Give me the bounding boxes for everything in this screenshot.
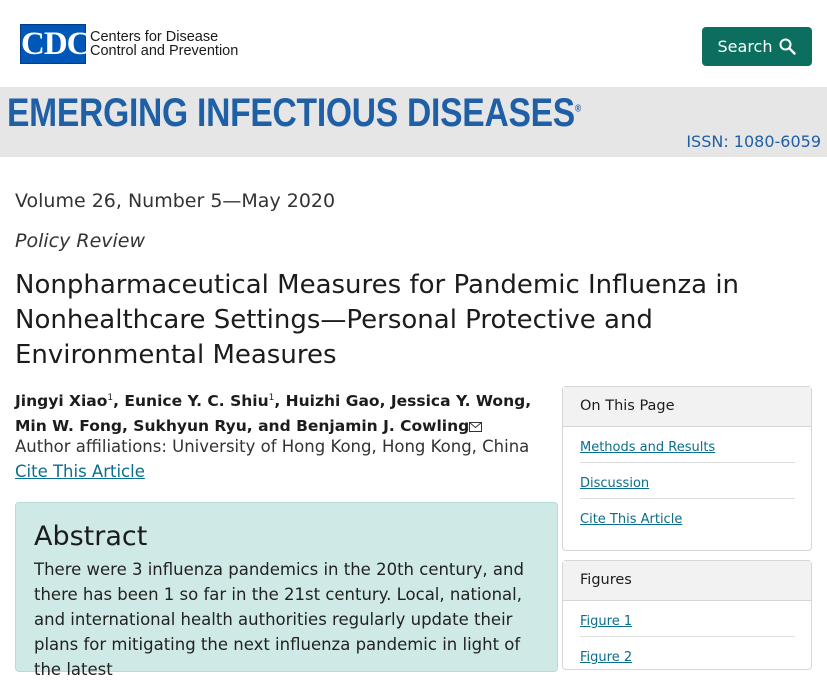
- author-affiliations: Author affiliations: University of Hong …: [15, 437, 530, 456]
- search-button[interactable]: Search: [702, 27, 812, 66]
- on-this-page-item: Cite This Article: [580, 499, 795, 534]
- figure-item: Figure 1: [580, 601, 795, 637]
- abstract-text: There were 3 influenza pandemics in the …: [34, 560, 524, 679]
- article-section: Policy Review: [15, 230, 146, 252]
- author-name: Jingyi Xiao: [15, 392, 108, 411]
- article-title: Nonpharmaceutical Measures for Pandemic …: [15, 270, 740, 370]
- on-this-page-list: Methods and Results Discussion Cite This…: [563, 427, 811, 534]
- on-this-page-title: On This Page: [563, 387, 811, 427]
- on-this-page-item: Discussion: [580, 463, 795, 499]
- cdc-logo[interactable]: CDC Centers for Disease Control and Prev…: [20, 24, 238, 64]
- mail-icon[interactable]: [469, 422, 483, 433]
- author-name: , Eunice Y. C. Shiu: [113, 392, 269, 411]
- on-this-page-panel: On This Page Methods and Results Discuss…: [562, 386, 812, 551]
- discussion-link[interactable]: Discussion: [580, 476, 649, 491]
- search-icon: [779, 38, 797, 55]
- org-name-line2: Control and Prevention: [90, 43, 239, 59]
- abstract-box: Abstract There were 3 influenza pandemic…: [15, 502, 558, 679]
- figures-title: Figures: [563, 561, 811, 601]
- figure-2-link[interactable]: Figure 2: [580, 650, 632, 665]
- registered-mark: ®: [574, 103, 581, 115]
- on-this-page-item: Methods and Results: [580, 427, 795, 463]
- methods-and-results-link[interactable]: Methods and Results: [580, 440, 715, 455]
- figure-item: Figure 2: [580, 637, 795, 672]
- sidebar-cite-this-article-link[interactable]: Cite This Article: [580, 512, 682, 527]
- journal-title[interactable]: EMERGING INFECTIOUS DISEASES®: [7, 91, 581, 136]
- org-name-line1: Centers for Disease: [90, 29, 219, 45]
- journal-banner: EMERGING INFECTIOUS DISEASES® ISSN: 1080…: [0, 87, 827, 157]
- author-list: Jingyi Xiao1, Eunice Y. C. Shiu1, Huizhi…: [15, 386, 545, 439]
- cite-this-article-link[interactable]: Cite This Article: [15, 462, 145, 481]
- search-button-label: Search: [717, 37, 773, 56]
- volume-info: Volume 26, Number 5—May 2020: [15, 190, 336, 212]
- cdc-logo-mark: CDC: [20, 24, 91, 64]
- cdc-org-name: Centers for Disease Control and Preventi…: [90, 29, 239, 59]
- abstract-heading: Abstract: [34, 521, 148, 552]
- figures-list: Figure 1 Figure 2: [563, 601, 811, 672]
- figure-1-link[interactable]: Figure 1: [580, 614, 632, 629]
- figures-panel: Figures Figure 1 Figure 2: [562, 560, 812, 670]
- journal-title-text: EMERGING INFECTIOUS DISEASES: [7, 91, 575, 135]
- issn: ISSN: 1080-6059: [686, 132, 821, 151]
